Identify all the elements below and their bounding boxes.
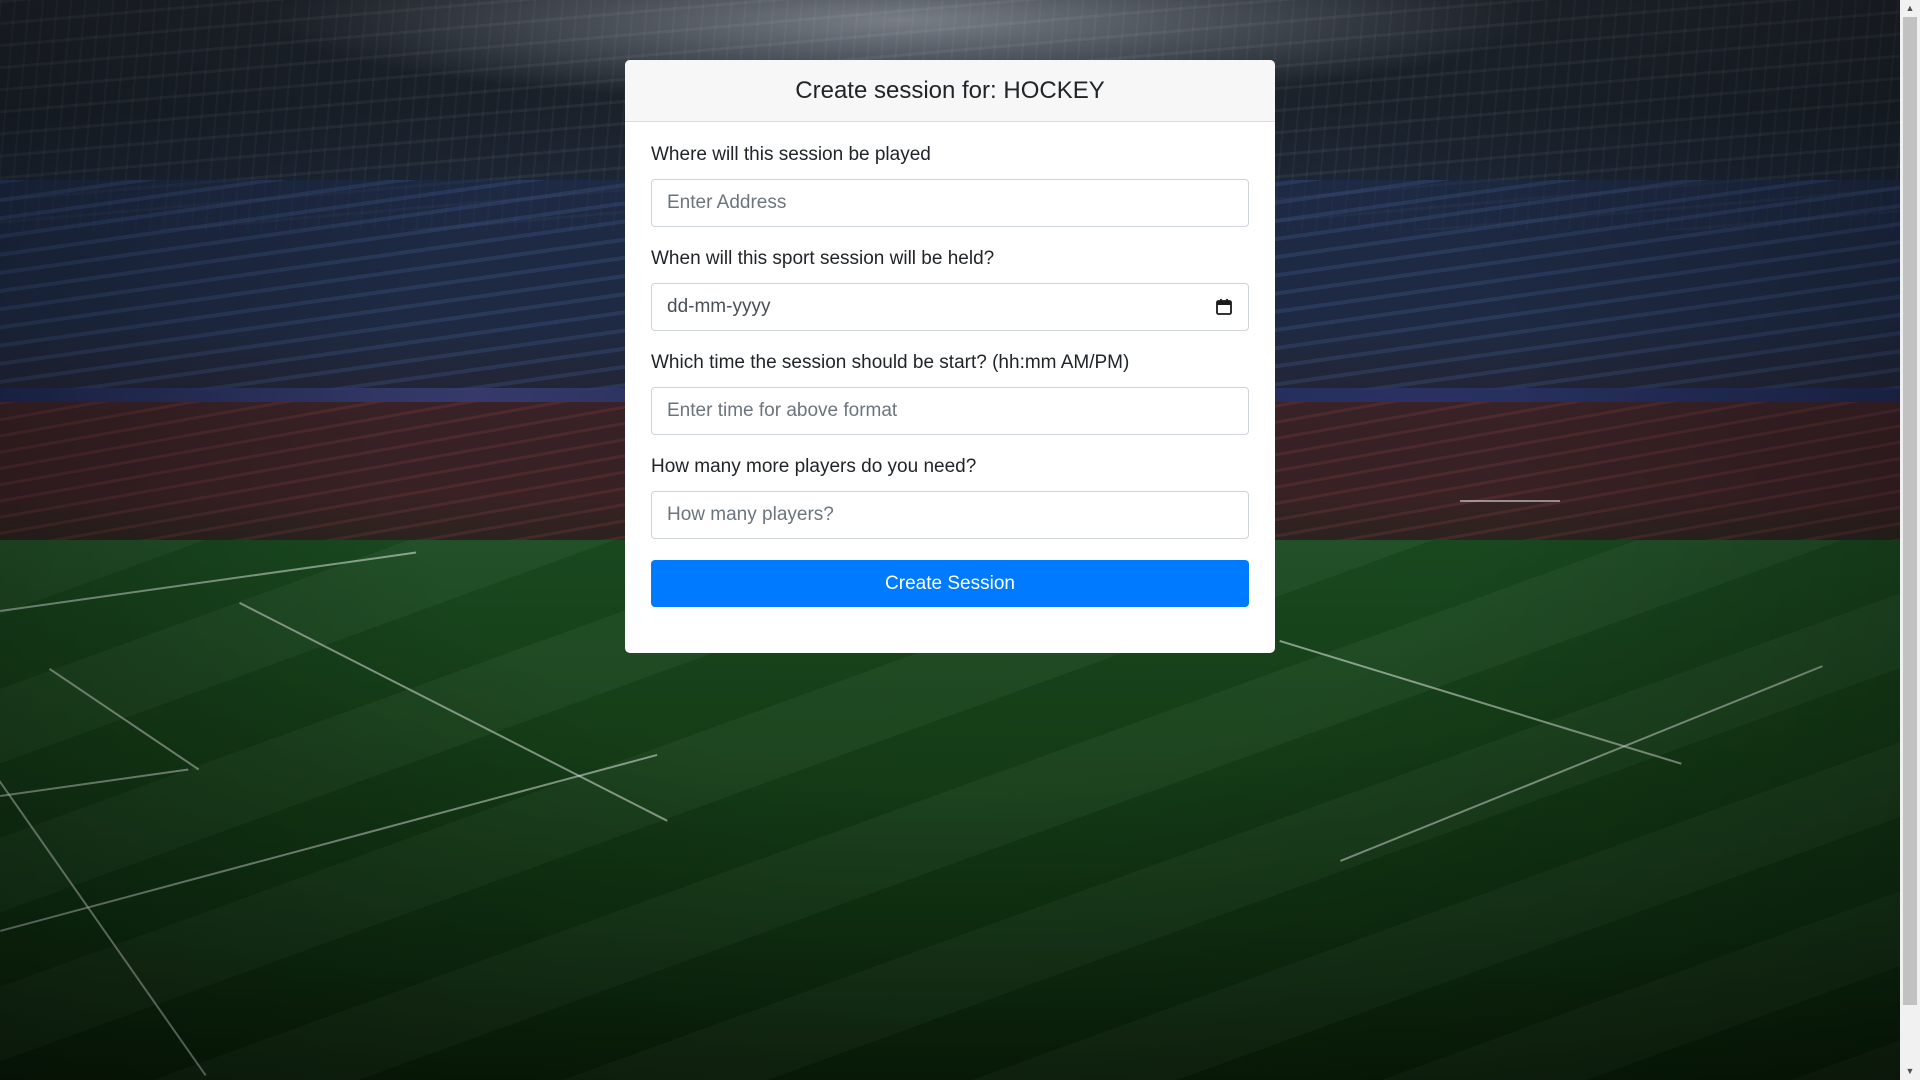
time-group: Which time the session should be start? …	[651, 352, 1249, 435]
date-placeholder: dd-mm-yyyy	[667, 296, 771, 317]
calendar-icon[interactable]	[1215, 298, 1233, 316]
card-header: Create session for: HOCKEY	[625, 60, 1275, 122]
players-input[interactable]	[651, 491, 1249, 539]
date-label: When will this sport session will be hel…	[651, 248, 995, 269]
players-label: How many more players do you need?	[651, 456, 977, 477]
page-viewport: Create session for: HOCKEY Where will th…	[0, 0, 1920, 1080]
card-title: Create session for: HOCKEY	[795, 76, 1105, 104]
time-input[interactable]	[651, 387, 1249, 435]
players-group: How many more players do you need?	[651, 456, 1249, 539]
scrollbar-thumb[interactable]	[1903, 17, 1917, 1005]
address-group: Where will this session be played	[651, 144, 1249, 227]
scroll-down-arrow-icon[interactable]: ▼	[1900, 1063, 1920, 1080]
create-session-card: Create session for: HOCKEY Where will th…	[625, 60, 1275, 653]
address-input[interactable]	[651, 179, 1249, 227]
session-form: Where will this session be played When w…	[625, 122, 1275, 653]
date-input[interactable]: dd-mm-yyyy	[651, 283, 1249, 331]
address-label: Where will this session be played	[651, 144, 931, 165]
date-group: When will this sport session will be hel…	[651, 248, 1249, 331]
scroll-up-arrow-icon[interactable]: ▲	[1900, 0, 1920, 17]
create-session-button[interactable]: Create Session	[651, 560, 1249, 607]
time-label: Which time the session should be start? …	[651, 352, 1130, 373]
vertical-scrollbar[interactable]: ▲ ▼	[1900, 0, 1920, 1080]
